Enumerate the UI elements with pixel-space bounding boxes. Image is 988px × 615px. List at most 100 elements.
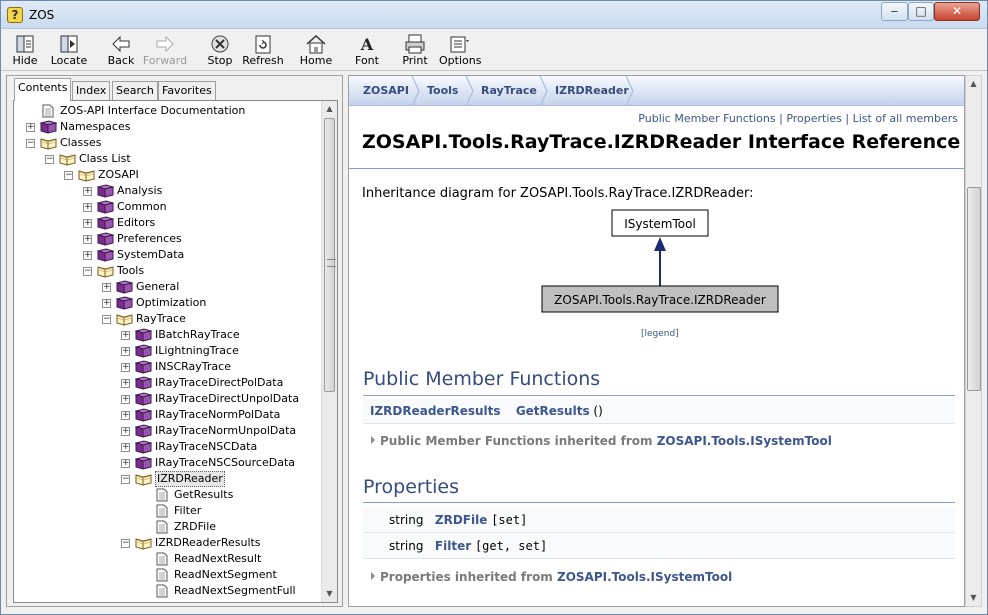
tree-item-label[interactable]: Common (117, 199, 167, 215)
breadcrumb-item[interactable]: IZRDReader (555, 76, 629, 106)
expand-icon[interactable]: + (26, 123, 35, 132)
return-type-link[interactable]: IZRDReaderResults (370, 404, 501, 418)
tree-item[interactable]: + IRayTraceNSCSourceData (14, 455, 322, 471)
tree-item-label[interactable]: IRayTraceNSCData (155, 439, 257, 455)
tree-item[interactable]: + Analysis (14, 183, 322, 199)
home-button[interactable]: Home (298, 31, 334, 69)
tree-item-label[interactable]: IRayTraceDirectUnpolData (155, 391, 299, 407)
collapse-icon[interactable]: − (83, 267, 92, 276)
expand-icon[interactable]: + (102, 299, 111, 308)
expand-icon[interactable]: + (83, 203, 92, 212)
expand-icon[interactable]: + (83, 235, 92, 244)
collapse-icon[interactable]: − (64, 171, 73, 180)
stop-button[interactable]: Stop (205, 31, 235, 69)
tree-item-label[interactable]: INSCRayTrace (155, 359, 231, 375)
tree-item[interactable]: ReadNextSegmentFull (14, 583, 322, 599)
legend-link[interactable]: [legend] (641, 329, 679, 339)
filter-link[interactable]: Filter (435, 539, 471, 553)
scroll-down-arrow-icon[interactable]: ▼ (966, 590, 981, 606)
scroll-down-arrow-icon[interactable]: ▼ (322, 586, 337, 602)
tree-item-label[interactable]: IZRDReader (155, 471, 225, 487)
minimize-button[interactable]: ‒ (881, 2, 908, 21)
tree-item-label[interactable]: ReadNextSegment (174, 567, 277, 583)
title-bar[interactable]: ? ZOS ‒ □ ✕ (1, 1, 987, 29)
tree-item-label[interactable]: SystemData (117, 247, 184, 263)
tree-item[interactable]: − IZRDReaderResults (14, 535, 322, 551)
tree-item[interactable]: + General (14, 279, 322, 295)
tree-item[interactable]: + Namespaces (14, 119, 322, 135)
tree-item-label[interactable]: RayTrace (136, 311, 186, 327)
tree-item[interactable]: ReadNextSegment (14, 567, 322, 583)
expand-icon[interactable]: + (83, 187, 92, 196)
breadcrumb-item[interactable]: RayTrace (481, 76, 537, 106)
expand-icon[interactable]: + (121, 363, 130, 372)
tree-item[interactable]: − Tools (14, 263, 322, 279)
breadcrumb-item[interactable]: ZOSAPI (363, 76, 409, 106)
tree-item[interactable]: − IZRDReader (14, 471, 322, 487)
tree-item[interactable]: + IBatchRayTrace (14, 327, 322, 343)
zrdfile-link[interactable]: ZRDFile (435, 513, 487, 527)
tree-item-label[interactable]: IRayTraceDirectPolData (155, 375, 283, 391)
expand-icon[interactable]: + (121, 395, 130, 404)
close-button[interactable]: ✕ (934, 2, 980, 21)
expand-triangle-icon[interactable] (371, 572, 375, 580)
tree-item-label[interactable]: GetResults (174, 487, 233, 503)
expand-icon[interactable]: + (83, 219, 92, 228)
properties-inherited[interactable]: Properties inherited from ZOSAPI.Tools.I… (371, 570, 732, 584)
expand-icon[interactable]: + (121, 347, 130, 356)
tab-search[interactable]: Search (112, 81, 158, 100)
tree-item[interactable]: + IRayTraceDirectUnpolData (14, 391, 322, 407)
tree-item-label[interactable]: Analysis (117, 183, 162, 199)
content-scroll-thumb[interactable] (967, 187, 981, 391)
expand-triangle-icon[interactable] (371, 436, 375, 444)
expand-icon[interactable]: + (83, 251, 92, 260)
tree-item[interactable]: − Class List (14, 151, 322, 167)
tree-item[interactable]: + IRayTraceNormUnpolData (14, 423, 322, 439)
content-scrollbar[interactable]: ▲ ▼ (965, 75, 982, 607)
tree-item-label[interactable]: ReadNextSegmentFull (174, 583, 296, 599)
font-button[interactable]: A Font (352, 31, 382, 69)
tree-item[interactable]: + ILightningTrace (14, 343, 322, 359)
scroll-up-arrow-icon[interactable]: ▲ (966, 76, 981, 92)
link-list-all-members[interactable]: List of all members (853, 112, 958, 125)
back-button[interactable]: Back (104, 31, 138, 69)
collapse-icon[interactable]: − (121, 475, 130, 484)
refresh-button[interactable]: Refresh (241, 31, 285, 69)
tree-item[interactable]: − RayTrace (14, 311, 322, 327)
tree-item[interactable]: GetResults (14, 487, 322, 503)
tree-item-label[interactable]: Preferences (117, 231, 182, 247)
expand-icon[interactable]: + (121, 379, 130, 388)
scroll-up-arrow-icon[interactable]: ▲ (322, 101, 337, 117)
tree-item-label[interactable]: Optimization (136, 295, 206, 311)
expand-icon[interactable]: + (121, 459, 130, 468)
tree-item[interactable]: − ZOSAPI (14, 167, 322, 183)
breadcrumb-item[interactable]: Tools (427, 76, 458, 106)
tree-item-label[interactable]: ZRDFile (174, 519, 216, 535)
tree-item[interactable]: + Preferences (14, 231, 322, 247)
collapse-icon[interactable]: − (26, 139, 35, 148)
tree-item[interactable]: Filter (14, 503, 322, 519)
tree-item-label[interactable]: ILightningTrace (155, 343, 239, 359)
tree-item[interactable]: ZOS-API Interface Documentation (14, 103, 322, 119)
options-button[interactable]: Options (439, 31, 481, 69)
tree-item-label[interactable]: Filter (174, 503, 201, 519)
expand-icon[interactable]: + (121, 443, 130, 452)
link-properties[interactable]: Properties (786, 112, 842, 125)
tree-scroll-thumb[interactable] (324, 118, 336, 392)
print-button[interactable]: Print (399, 31, 431, 69)
tree-item-label[interactable]: IRayTraceNormPolData (155, 407, 280, 423)
parent-node-label[interactable]: ISystemTool (624, 217, 696, 231)
tree-item-label[interactable]: ReadNextResult (174, 551, 261, 567)
tree-item-label[interactable]: Classes (60, 135, 101, 151)
tree-item-label[interactable]: Class List (79, 151, 131, 167)
tab-favorites[interactable]: Favorites (158, 81, 216, 100)
isystemtool-link[interactable]: ZOSAPI.Tools.ISystemTool (657, 434, 832, 448)
tree-item-label[interactable]: IRayTraceNSCSourceData (155, 455, 295, 471)
tree-item-label[interactable]: IRayTraceNormUnpolData (155, 423, 296, 439)
collapse-icon[interactable]: − (102, 315, 111, 324)
tree-item-label[interactable]: Tools (117, 263, 144, 279)
tree-item[interactable]: + SystemData (14, 247, 322, 263)
tree-item-label[interactable]: ZOS-API Interface Documentation (60, 103, 245, 119)
tree-item[interactable]: + IRayTraceNormPolData (14, 407, 322, 423)
tree-item[interactable]: ZRDFile (14, 519, 322, 535)
